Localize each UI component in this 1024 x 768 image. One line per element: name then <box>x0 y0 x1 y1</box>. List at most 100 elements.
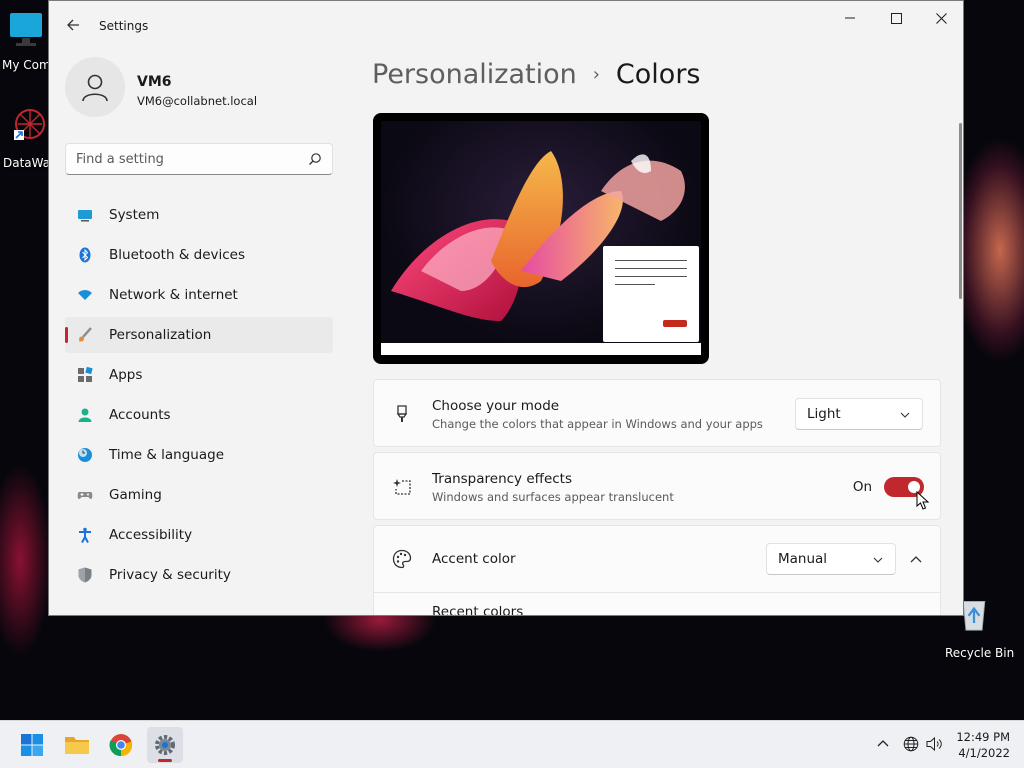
volume-tray-button[interactable] <box>926 735 944 753</box>
sidebar-item-accounts[interactable]: Accounts <box>65 397 333 433</box>
scrollbar[interactable] <box>959 123 962 299</box>
setting-transparency: Transparency effects Windows and surface… <box>373 452 941 520</box>
mode-dropdown[interactable]: Light <box>795 398 923 430</box>
transparency-toggle-state: On <box>852 479 872 495</box>
preview-line <box>615 260 687 261</box>
settings-window: Settings VM6 VM6@collabnet.local Find a … <box>48 0 964 616</box>
datawag-icon <box>14 109 45 140</box>
sidebar-item-network[interactable]: Network & internet <box>65 277 333 313</box>
page-title: Personalization › Colors <box>372 59 700 90</box>
avatar <box>65 57 125 117</box>
user-name: VM6 <box>137 74 172 90</box>
sidebar-item-label: Accessibility <box>109 527 193 543</box>
setting-title: Choose your mode <box>432 398 560 414</box>
search-icon <box>309 153 321 165</box>
settings-icon <box>155 735 175 755</box>
app-title: Settings <box>99 19 149 33</box>
breadcrumb-personalization[interactable]: Personalization <box>372 59 577 90</box>
back-button[interactable] <box>63 15 83 35</box>
user-icon <box>82 74 108 102</box>
sidebar-item-label: Apps <box>109 367 143 383</box>
file-explorer-icon <box>65 737 89 754</box>
search-box[interactable] <box>65 143 333 175</box>
page-title-current: Colors <box>615 59 701 90</box>
maximize-button[interactable] <box>873 1 919 35</box>
user-profile[interactable]: VM6 VM6@collabnet.local <box>65 57 345 121</box>
system-clock[interactable]: 12:49 PM 4/1/2022 <box>956 729 1010 761</box>
preview-line <box>615 276 687 277</box>
collapse-accent-button[interactable] <box>904 548 928 572</box>
accent-dropdown-value: Manual <box>778 551 828 567</box>
start-icon <box>21 734 43 756</box>
setting-subtitle: Change the colors that appear in Windows… <box>432 417 763 431</box>
file-explorer-button[interactable] <box>59 727 95 763</box>
sidebar-item-time-language[interactable]: Time & language <box>65 437 333 473</box>
palette-icon <box>392 549 412 569</box>
start-button[interactable] <box>14 727 50 763</box>
sidebar-item-label: Bluetooth & devices <box>109 247 246 263</box>
theme-preview <box>373 113 709 364</box>
apps-icon <box>78 367 93 382</box>
chevron-down-icon <box>873 557 883 563</box>
sidebar-nav: System Bluetooth & devices Network & int… <box>65 197 333 597</box>
title-bar[interactable]: Settings <box>49 1 963 49</box>
sidebar-item-label: System <box>109 207 160 223</box>
user-email: VM6@collabnet.local <box>137 94 258 108</box>
sidebar-item-label: Gaming <box>109 487 162 503</box>
desktop-icon-label: My Com <box>2 58 51 72</box>
mouse-cursor-icon <box>916 491 930 510</box>
show-hidden-icons-button[interactable] <box>874 735 892 753</box>
close-button[interactable] <box>918 1 963 35</box>
accessibility-icon <box>79 527 91 543</box>
sidebar-item-apps[interactable]: Apps <box>65 357 333 393</box>
preview-window-card <box>603 246 699 342</box>
sidebar-item-gaming[interactable]: Gaming <box>65 477 333 513</box>
preview-accent-swatch <box>663 320 687 327</box>
setting-accent-color: Accent color Manual Recent colors <box>373 525 941 616</box>
speaker-icon <box>926 736 942 752</box>
bluetooth-icon <box>79 247 91 263</box>
taskbar: 12:49 PM 4/1/2022 <box>0 720 1024 768</box>
network-tray-button[interactable] <box>902 735 920 753</box>
breadcrumb-separator: › <box>592 64 600 85</box>
chrome-button[interactable] <box>103 727 139 763</box>
system-icon <box>78 210 92 222</box>
setting-title: Accent color <box>432 551 516 567</box>
sidebar-item-bluetooth[interactable]: Bluetooth & devices <box>65 237 333 273</box>
sidebar-item-accessibility[interactable]: Accessibility <box>65 517 333 553</box>
minimize-icon <box>845 17 855 19</box>
settings-taskbar-button[interactable] <box>147 727 183 763</box>
clock-globe-icon <box>78 448 92 462</box>
sidebar-item-label: Personalization <box>109 327 212 343</box>
paint-brush-icon <box>396 405 408 422</box>
chevron-up-icon <box>877 740 889 747</box>
recent-colors-title: Recent colors <box>432 604 524 616</box>
gamepad-icon <box>77 492 93 499</box>
wifi-icon <box>78 290 92 300</box>
globe-icon <box>903 736 919 752</box>
maximize-icon <box>890 12 902 24</box>
setting-choose-mode: Choose your mode Change the colors that … <box>373 379 941 447</box>
search-input[interactable] <box>76 150 296 168</box>
minimize-button[interactable] <box>827 1 873 35</box>
clock-time: 12:49 PM <box>956 730 1010 744</box>
transparency-sparkle-icon <box>393 479 411 495</box>
accounts-icon <box>78 408 92 422</box>
sidebar-item-label: Privacy & security <box>109 567 231 583</box>
setting-title: Transparency effects <box>432 471 572 487</box>
clock-date: 4/1/2022 <box>958 746 1010 760</box>
preview-taskbar <box>381 343 701 355</box>
sidebar-item-label: Time & language <box>109 447 225 463</box>
sidebar-item-privacy[interactable]: Privacy & security <box>65 557 333 593</box>
arrow-left-icon <box>67 19 79 31</box>
sidebar-item-personalization[interactable]: Personalization <box>65 317 333 353</box>
preview-line <box>615 284 655 285</box>
shield-icon <box>78 567 92 583</box>
divider <box>374 592 940 593</box>
sidebar-item-label: Accounts <box>109 407 171 423</box>
accent-dropdown[interactable]: Manual <box>766 543 896 575</box>
chevron-down-icon <box>900 412 910 418</box>
preview-line <box>615 268 687 269</box>
sidebar-item-system[interactable]: System <box>65 197 333 233</box>
desktop-icon-label: Recycle Bin <box>945 646 1015 660</box>
